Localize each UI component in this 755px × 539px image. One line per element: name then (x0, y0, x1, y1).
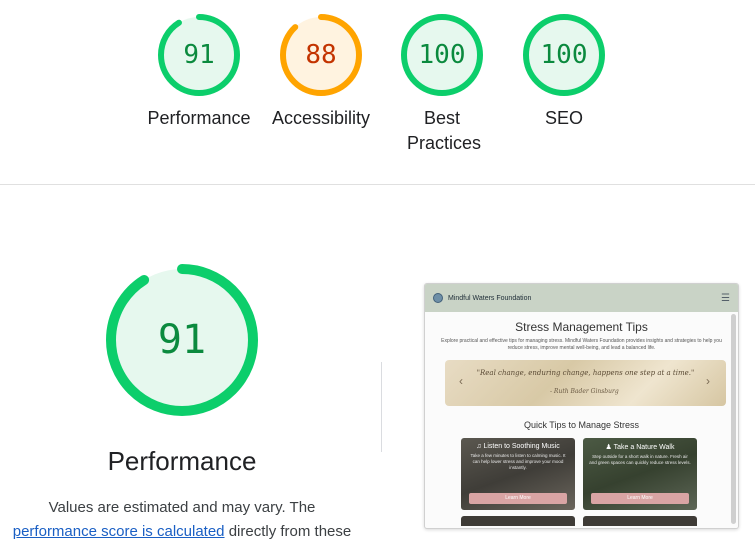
thumb-card-button: Learn More (469, 493, 567, 504)
category-gauges: 91 Performance 88 Accessibility 100 Best… (0, 14, 755, 174)
gauge-performance[interactable]: 91 Performance (138, 14, 260, 131)
thumb-heading: Stress Management Tips (515, 320, 648, 334)
section-divider (0, 184, 755, 185)
thumb-subtitle: Explore practical and effective tips for… (441, 338, 722, 351)
performance-title: Performance (107, 446, 257, 476)
performance-score-large: 91 (157, 317, 207, 363)
gauge-score: 91 (183, 40, 215, 70)
gauge-label: Performance (147, 108, 251, 128)
performance-gauge-large: 91 (106, 264, 258, 416)
thumb-quote-author: - Ruth Bader Ginsburg (550, 388, 619, 395)
thumb-scrollbar (731, 314, 736, 524)
gauge-ring: 100 (401, 14, 483, 96)
thumb-card-button: Learn More (591, 493, 689, 504)
gauge-accessibility[interactable]: 88 Accessibility (260, 14, 382, 131)
desc-suffix: directly from these (228, 523, 352, 539)
gauge-score: 88 (305, 40, 337, 70)
gauge-ring: 91 (158, 14, 240, 96)
gauge-label: SEO (544, 108, 583, 128)
vertical-divider (381, 362, 382, 452)
gauge-best-practices[interactable]: 100 Best Practices (381, 14, 503, 156)
thumb-card-title: ♟ Take a Nature Walk (605, 444, 675, 451)
chevron-right-icon: › (706, 374, 710, 388)
thumb-card: ♫ Listen to Soothing Music Take a few mi… (461, 438, 575, 510)
gauge-label: Accessibility (271, 108, 371, 128)
thumb-navbar: Mindful Waters Foundation ☰ (425, 284, 738, 312)
thumb-card: ♟ Take a Nature Walk Step outside for a … (583, 438, 697, 510)
gauge-score: 100 (540, 40, 588, 70)
thumb-quote: "Real change, enduring change, happens o… (476, 369, 695, 377)
thumb-card-partial (461, 516, 575, 526)
thumb-card-partial (583, 516, 697, 526)
thumb-section-title: Quick Tips to Manage Stress (523, 420, 640, 430)
thumb-cards: ♫ Listen to Soothing Music Take a few mi… (461, 438, 738, 510)
thumb-cards-next-row (461, 516, 738, 526)
desc-prefix: Values are estimated and may vary. The (48, 499, 316, 516)
hamburger-icon: ☰ (721, 292, 730, 304)
gauge-ring: 100 (523, 14, 605, 96)
performance-score-link[interactable]: performance score is calculated (13, 523, 225, 539)
gauge-score: 100 (418, 40, 466, 70)
thumb-card-text: Take a few minutes to listen to calming … (470, 453, 566, 470)
thumb-card-title: ♫ Listen to Soothing Music (476, 443, 560, 450)
thumb-card-text: Step outside for a short walk in nature.… (589, 454, 691, 465)
page-screenshot-thumbnail[interactable]: Mindful Waters Foundation ☰ Stress Manag… (424, 283, 739, 529)
gauge-ring: 88 (280, 14, 362, 96)
gauge-label: Best Practices (407, 108, 482, 153)
thumb-brand: Mindful Waters Foundation (448, 294, 532, 302)
performance-description: Values are estimated and may vary. The p… (0, 496, 364, 539)
thumb-quote-hero: ‹ "Real change, enduring change, happens… (445, 360, 726, 406)
logo-icon (433, 293, 443, 303)
gauge-seo[interactable]: 100 SEO (503, 14, 625, 131)
